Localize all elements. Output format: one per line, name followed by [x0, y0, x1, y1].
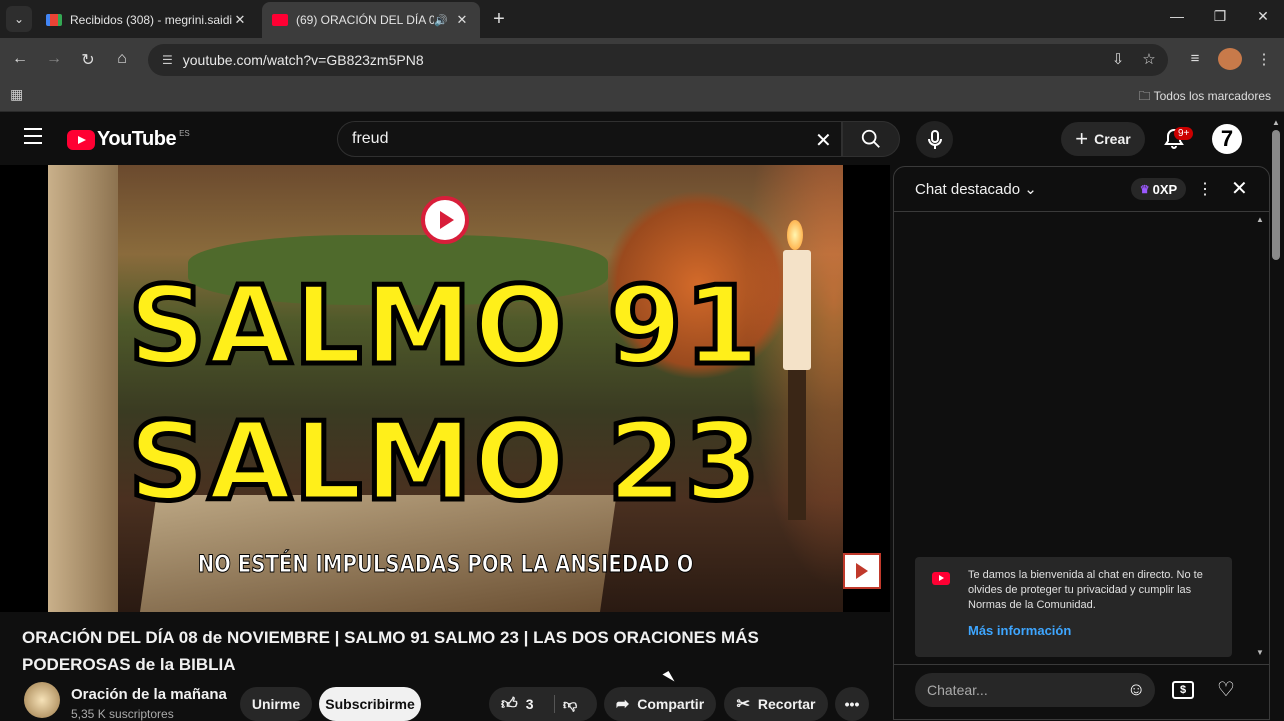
chat-scroll-up-icon[interactable]: ▲ — [1256, 215, 1264, 224]
like-divider — [554, 695, 555, 713]
join-button[interactable]: Unirme — [240, 687, 312, 721]
bookmark-star-icon[interactable]: ☆ — [1138, 50, 1160, 68]
share-label: Compartir — [637, 696, 705, 712]
tab-close-icon[interactable]: ✕ — [454, 12, 470, 28]
candle-flame — [787, 220, 803, 250]
channel-avatar[interactable] — [24, 682, 60, 718]
menu-kebab-icon[interactable]: ⋮ — [1253, 50, 1275, 68]
youtube-icon — [932, 572, 950, 585]
microphone-icon — [927, 129, 942, 149]
site-info-icon[interactable]: ☰ — [162, 53, 173, 67]
share-button[interactable]: ➦ Compartir — [604, 687, 716, 721]
new-tab-button[interactable]: + — [488, 8, 510, 31]
channel-play-badge-icon — [421, 196, 469, 244]
bookmarks-bar — [0, 80, 1284, 112]
install-app-icon[interactable]: ⇩ — [1107, 50, 1129, 68]
more-actions-button[interactable]: ••• — [835, 687, 869, 721]
channel-name[interactable]: Oración de la mañana — [71, 686, 227, 703]
crown-icon: ♛ — [1139, 183, 1150, 196]
like-count: 3 — [525, 696, 534, 712]
notification-badge: 9+ — [1174, 127, 1194, 140]
more-info-link[interactable]: Más información — [968, 623, 1071, 638]
scissors-icon: ✂ — [736, 696, 750, 713]
subscribe-button[interactable]: Subscribirme — [319, 687, 421, 721]
speaker-icon[interactable]: 🔊 — [434, 14, 448, 27]
xp-value: 0XP — [1152, 181, 1178, 197]
thumbs-up-icon[interactable]: 👍︎ — [501, 695, 518, 714]
tab-youtube[interactable]: (69) ORACIÓN DEL DÍA 08 d 🔊 ✕ — [262, 2, 480, 38]
heart-icon[interactable]: ♡ — [1217, 677, 1235, 702]
address-bar[interactable]: ☰ youtube.com/watch?v=GB823zm5PN8 — [148, 44, 1168, 76]
emoji-icon[interactable]: ☺ — [1127, 679, 1145, 700]
forward-icon[interactable]: → — [42, 50, 66, 68]
create-button[interactable]: + Crear — [1061, 122, 1145, 156]
logo-text: YouTube — [97, 128, 177, 150]
video-subtitle: NO ESTÉN IMPULSADAS POR LA ANSIEDAD O — [197, 550, 694, 579]
chat-welcome-message: Te damos la bienvenida al chat en direct… — [915, 557, 1232, 657]
chat-mode-dropdown[interactable]: Chat destacado ⌄ — [915, 180, 1037, 198]
overlay-title-line1: SALMO 91 — [126, 264, 762, 389]
youtube-play-icon — [67, 129, 95, 150]
overlay-title-line2: SALMO 23 — [126, 400, 762, 525]
reload-icon[interactable]: ↻ — [76, 50, 100, 70]
country-code: ES — [179, 129, 190, 138]
chat-scroll-down-icon[interactable]: ▼ — [1256, 648, 1264, 657]
search-button[interactable] — [842, 121, 900, 157]
gmail-icon — [46, 14, 62, 26]
all-bookmarks[interactable]: 🗀 Todos los marcadores — [1138, 87, 1271, 108]
subscriber-count: 5,35 K suscriptores — [71, 707, 174, 721]
chat-menu-icon[interactable]: ⋮ — [1197, 179, 1213, 199]
plus-icon: + — [1075, 126, 1089, 151]
tab-close-icon[interactable]: ✕ — [232, 12, 248, 28]
tab-title: Recibidos (308) - megrini.saidi@ — [70, 13, 232, 27]
chat-close-icon[interactable]: ✕ — [1231, 176, 1248, 201]
all-bookmarks-label: Todos los marcadores — [1153, 89, 1271, 103]
chat-input[interactable]: Chatear... — [915, 673, 1155, 707]
create-label: Crear — [1094, 131, 1131, 147]
restore-icon[interactable]: ❐ — [1205, 8, 1235, 25]
minimize-icon[interactable]: — — [1162, 8, 1192, 24]
welcome-text: Te damos la bienvenida al chat en direct… — [968, 569, 1203, 611]
hamburger-menu-icon[interactable] — [24, 128, 42, 144]
youtube-logo[interactable]: YouTube ES — [67, 128, 190, 151]
apps-grid-icon[interactable]: ▦ — [10, 86, 23, 103]
clip-button[interactable]: ✂ Recortar — [724, 687, 828, 721]
home-icon[interactable]: ⌂ — [110, 50, 134, 68]
channel-watermark-icon[interactable] — [843, 553, 881, 589]
tab-search-button[interactable]: ⌄ — [6, 6, 32, 32]
tab-gmail[interactable]: Recibidos (308) - megrini.saidi@ ✕ — [36, 2, 258, 38]
clear-search-icon[interactable]: ✕ — [815, 128, 832, 153]
page-scroll-up-icon[interactable]: ▲ — [1272, 118, 1280, 127]
window-close-icon[interactable]: ✕ — [1248, 8, 1278, 25]
back-icon[interactable]: ← — [8, 50, 32, 68]
youtube-icon — [272, 14, 288, 26]
super-chat-icon[interactable]: $ — [1172, 681, 1194, 699]
share-arrow-icon: ➦ — [615, 696, 630, 713]
thumbs-down-icon[interactable]: 👎︎ — [563, 696, 577, 713]
search-input[interactable]: freud — [337, 121, 842, 157]
video-title: ORACIÓN DEL DÍA 08 de NOVIEMBRE | SALMO … — [22, 628, 759, 674]
account-avatar[interactable]: 7 — [1212, 124, 1242, 154]
chevron-down-icon: ⌄ — [1024, 181, 1037, 198]
chat-title: Chat destacado — [915, 181, 1021, 198]
profile-avatar[interactable] — [1218, 48, 1242, 70]
search-icon — [861, 129, 880, 148]
clip-label: Recortar — [757, 696, 816, 712]
media-controls-icon[interactable]: ≡ — [1184, 50, 1206, 67]
tab-title: (69) ORACIÓN DEL DÍA 08 d — [296, 13, 435, 27]
page-scrollbar[interactable] — [1272, 130, 1280, 260]
xp-badge[interactable]: ♛ 0XP — [1131, 178, 1186, 200]
like-dislike-group[interactable]: 👍︎ 3 👎︎ — [489, 687, 597, 721]
url-text: youtube.com/watch?v=GB823zm5PN8 — [182, 52, 424, 68]
window-frame-decoration — [48, 165, 118, 612]
voice-search-button[interactable] — [916, 121, 953, 158]
